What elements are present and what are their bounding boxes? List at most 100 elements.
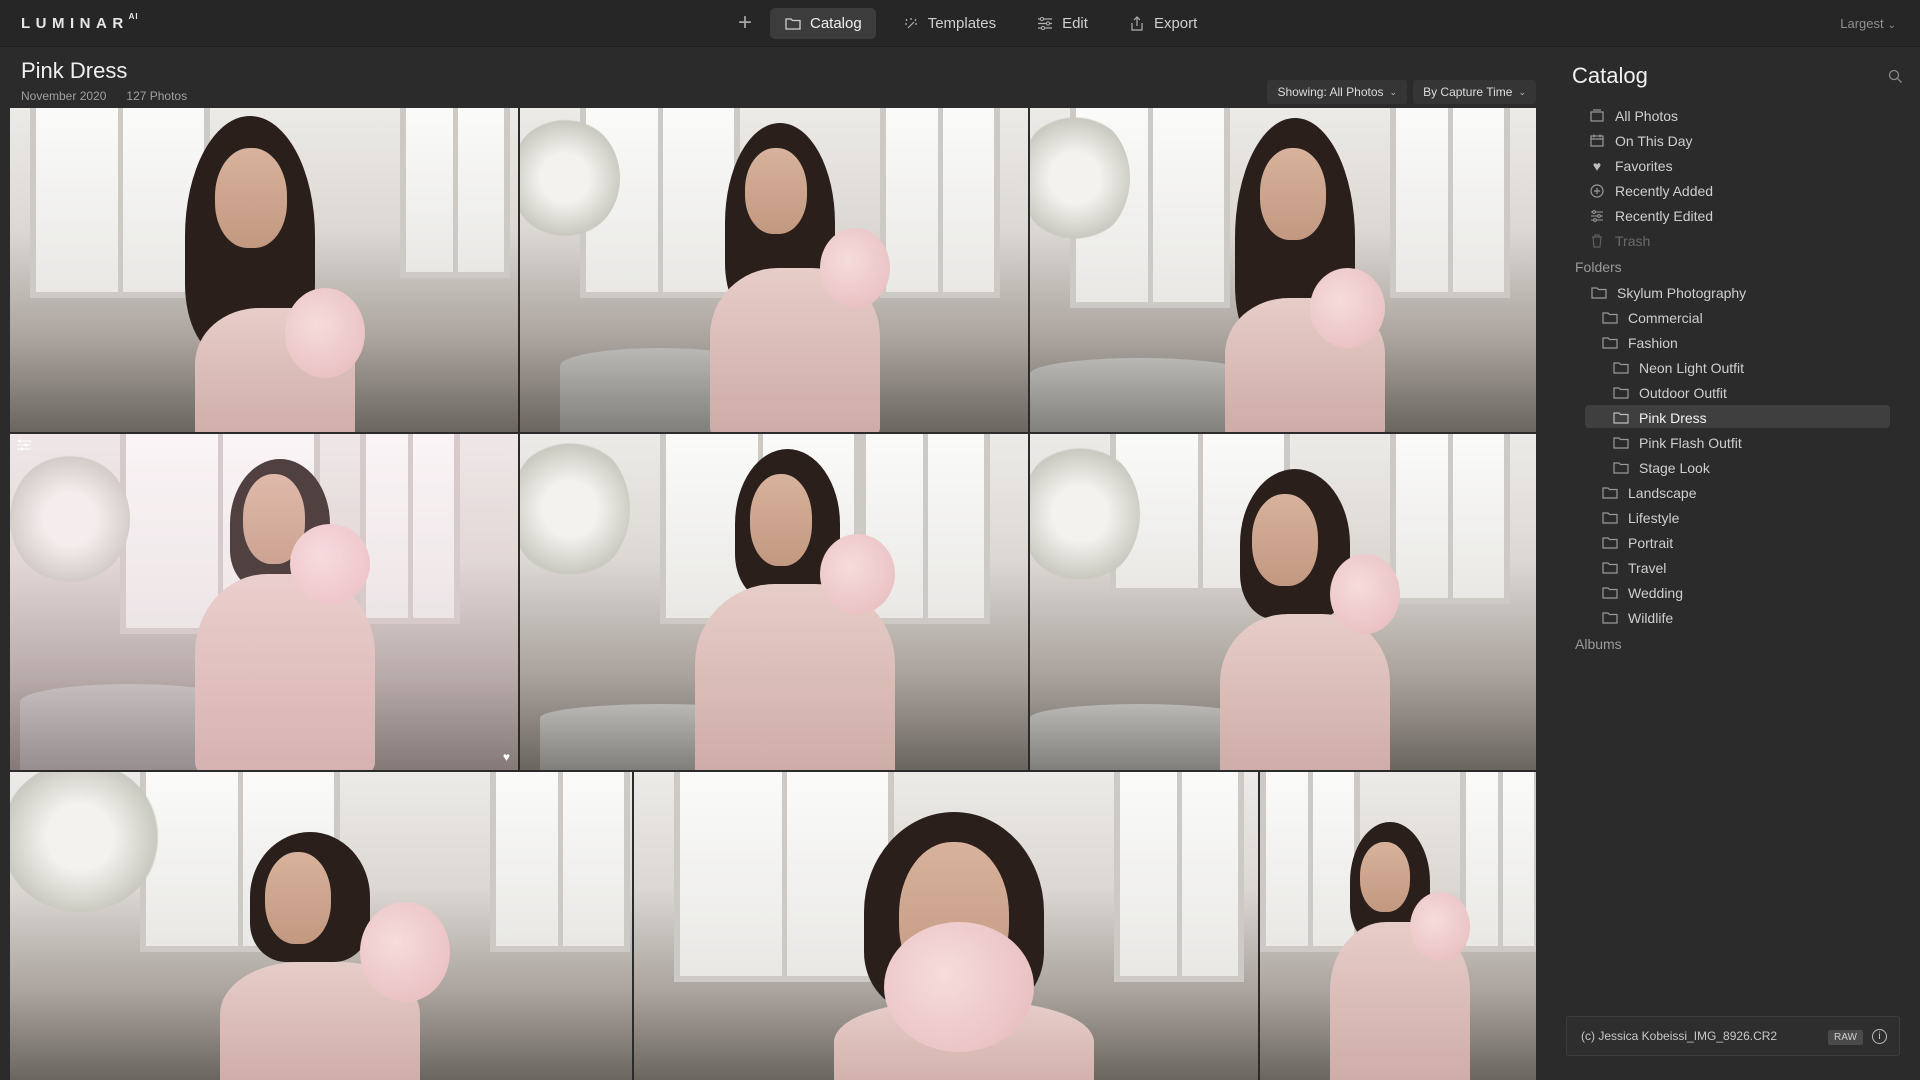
search-icon[interactable] xyxy=(1888,69,1904,85)
app-logo: LUMINARAI xyxy=(21,12,139,32)
sidebar-item-label: Wildlife xyxy=(1628,609,1674,626)
calendar-icon xyxy=(1589,134,1605,148)
file-name: (c) Jessica Kobeissi_IMG_8926.CR2 xyxy=(1581,1029,1778,1043)
heart-icon: ♥ xyxy=(1592,157,1602,174)
catalog-tree: All Photos On This Day ♥ Favorites Recen… xyxy=(1542,103,1920,657)
sidebar-item-label: Travel xyxy=(1628,559,1667,576)
sidebar-item-skylum-photography[interactable]: Skylum Photography xyxy=(1542,280,1920,305)
sidebar-item-outdoor-outfit[interactable]: Outdoor Outfit xyxy=(1542,380,1920,405)
photo-thumbnail[interactable] xyxy=(10,772,632,1080)
sidebar-item-neon-light-outfit[interactable]: Neon Light Outfit xyxy=(1542,355,1920,380)
folder-icon xyxy=(784,17,802,31)
photos-icon xyxy=(1589,109,1605,123)
photo-thumbnail[interactable] xyxy=(520,108,1028,432)
showing-filter-label: Showing: All Photos xyxy=(1277,85,1384,99)
thumbnail-size-label: Largest xyxy=(1840,16,1884,31)
folder-icon xyxy=(1613,436,1629,450)
sliders-icon xyxy=(1036,17,1054,31)
heart-icon[interactable]: ♥ xyxy=(503,750,510,764)
folder-icon xyxy=(1602,311,1618,325)
album-date: November 2020 xyxy=(21,89,107,103)
photo-thumbnail[interactable] xyxy=(634,772,1258,1080)
catalog-sidebar: Catalog All Photos On This Day ♥ Favorit… xyxy=(1542,47,1920,1080)
sidebar-item-label: Fashion xyxy=(1628,334,1678,351)
sidebar-title: Catalog xyxy=(1572,63,1648,88)
albums-header[interactable]: Albums xyxy=(1542,630,1920,657)
sidebar-item-label: Pink Dress xyxy=(1639,409,1707,426)
tab-templates-label: Templates xyxy=(927,15,997,32)
raw-badge: RAW xyxy=(1828,1030,1863,1045)
sort-filter[interactable]: By Capture Time ⌄ xyxy=(1413,80,1536,104)
top-bar: LUMINARAI + Catalog Templates Edit Expor… xyxy=(0,0,1920,47)
sidebar-item-on-this-day[interactable]: On This Day xyxy=(1542,128,1920,153)
tab-catalog-label: Catalog xyxy=(810,15,862,32)
page-title: Pink Dress xyxy=(21,58,128,83)
chevron-down-icon: ⌄ xyxy=(1518,86,1526,97)
sidebar-item-label: Lifestyle xyxy=(1628,509,1680,526)
folder-icon xyxy=(1591,286,1607,300)
sidebar-item-label: Neon Light Outfit xyxy=(1639,359,1745,376)
tab-edit-label: Edit xyxy=(1062,15,1088,32)
sidebar-item-landscape[interactable]: Landscape xyxy=(1542,480,1920,505)
plus-icon[interactable]: + xyxy=(730,9,760,39)
sidebar-item-label: Favorites xyxy=(1615,157,1673,174)
adjustments-icon xyxy=(16,439,32,451)
showing-filter[interactable]: Showing: All Photos ⌄ xyxy=(1267,80,1408,104)
main-nav: + Catalog Templates Edit Export xyxy=(730,8,1223,39)
sidebar-item-label: Landscape xyxy=(1628,484,1697,501)
tab-templates[interactable]: Templates xyxy=(888,8,1010,39)
sidebar-item-label: Skylum Photography xyxy=(1617,284,1747,301)
sidebar-item-label: Outdoor Outfit xyxy=(1639,384,1727,401)
sidebar-item-pink-flash-outfit[interactable]: Pink Flash Outfit xyxy=(1542,430,1920,455)
photo-thumbnail[interactable] xyxy=(1030,108,1536,432)
sidebar-item-fashion[interactable]: Fashion xyxy=(1542,330,1920,355)
file-info-bar: (c) Jessica Kobeissi_IMG_8926.CR2 RAW i xyxy=(1566,1016,1900,1056)
sidebar-item-wildlife[interactable]: Wildlife xyxy=(1542,605,1920,630)
folders-header[interactable]: Folders xyxy=(1542,253,1920,280)
sidebar-item-label: Trash xyxy=(1615,232,1651,249)
folder-icon xyxy=(1602,511,1618,525)
photo-thumbnail[interactable] xyxy=(1260,772,1536,1080)
sidebar-item-pink-dress[interactable]: Pink Dress xyxy=(1542,405,1920,430)
sidebar-item-portrait[interactable]: Portrait xyxy=(1542,530,1920,555)
sidebar-item-commercial[interactable]: Commercial xyxy=(1542,305,1920,330)
folder-icon xyxy=(1613,461,1629,475)
tab-catalog[interactable]: Catalog xyxy=(770,8,876,39)
folder-icon xyxy=(1602,536,1618,550)
folder-icon xyxy=(1602,561,1618,575)
info-icon[interactable]: i xyxy=(1872,1029,1887,1044)
sidebar-item-label: All Photos xyxy=(1615,107,1679,124)
sidebar-item-trash[interactable]: Trash xyxy=(1542,228,1920,253)
sidebar-item-wedding[interactable]: Wedding xyxy=(1542,580,1920,605)
tab-export[interactable]: Export xyxy=(1114,8,1211,39)
folder-icon xyxy=(1602,586,1618,600)
chevron-down-icon: ⌄ xyxy=(1389,86,1398,97)
thumbnail-size-select[interactable]: Largest ⌄ xyxy=(1840,16,1896,31)
sidebar-item-recently-added[interactable]: Recently Added xyxy=(1542,178,1920,203)
sidebar-item-label: Commercial xyxy=(1628,309,1703,326)
folder-icon xyxy=(1602,486,1618,500)
share-icon xyxy=(1128,16,1146,31)
photo-count: 127 Photos xyxy=(126,89,188,103)
sidebar-item-label: On This Day xyxy=(1615,132,1693,149)
sidebar-item-all-photos[interactable]: All Photos xyxy=(1542,103,1920,128)
folder-icon xyxy=(1613,361,1629,375)
plus-circle-icon xyxy=(1589,183,1605,198)
chevron-down-icon: ⌄ xyxy=(1887,20,1896,31)
sidebar-item-favorites[interactable]: ♥ Favorites xyxy=(1542,153,1920,178)
photo-thumbnail-selected[interactable]: ♥ xyxy=(10,434,518,770)
sidebar-item-label: Recently Edited xyxy=(1615,207,1714,224)
sort-filter-label: By Capture Time xyxy=(1423,85,1513,99)
photo-thumbnail[interactable] xyxy=(1030,434,1536,770)
sidebar-item-label: Portrait xyxy=(1628,534,1674,551)
sidebar-item-recently-edited[interactable]: Recently Edited xyxy=(1542,203,1920,228)
photo-thumbnail[interactable] xyxy=(10,108,518,432)
sidebar-item-lifestyle[interactable]: Lifestyle xyxy=(1542,505,1920,530)
folder-icon xyxy=(1602,611,1618,625)
folder-icon xyxy=(1602,336,1618,350)
photo-thumbnail[interactable] xyxy=(520,434,1028,770)
tab-edit[interactable]: Edit xyxy=(1022,8,1102,39)
sidebar-item-label: Pink Flash Outfit xyxy=(1639,434,1742,451)
sidebar-item-travel[interactable]: Travel xyxy=(1542,555,1920,580)
sidebar-item-stage-look[interactable]: Stage Look xyxy=(1542,455,1920,480)
